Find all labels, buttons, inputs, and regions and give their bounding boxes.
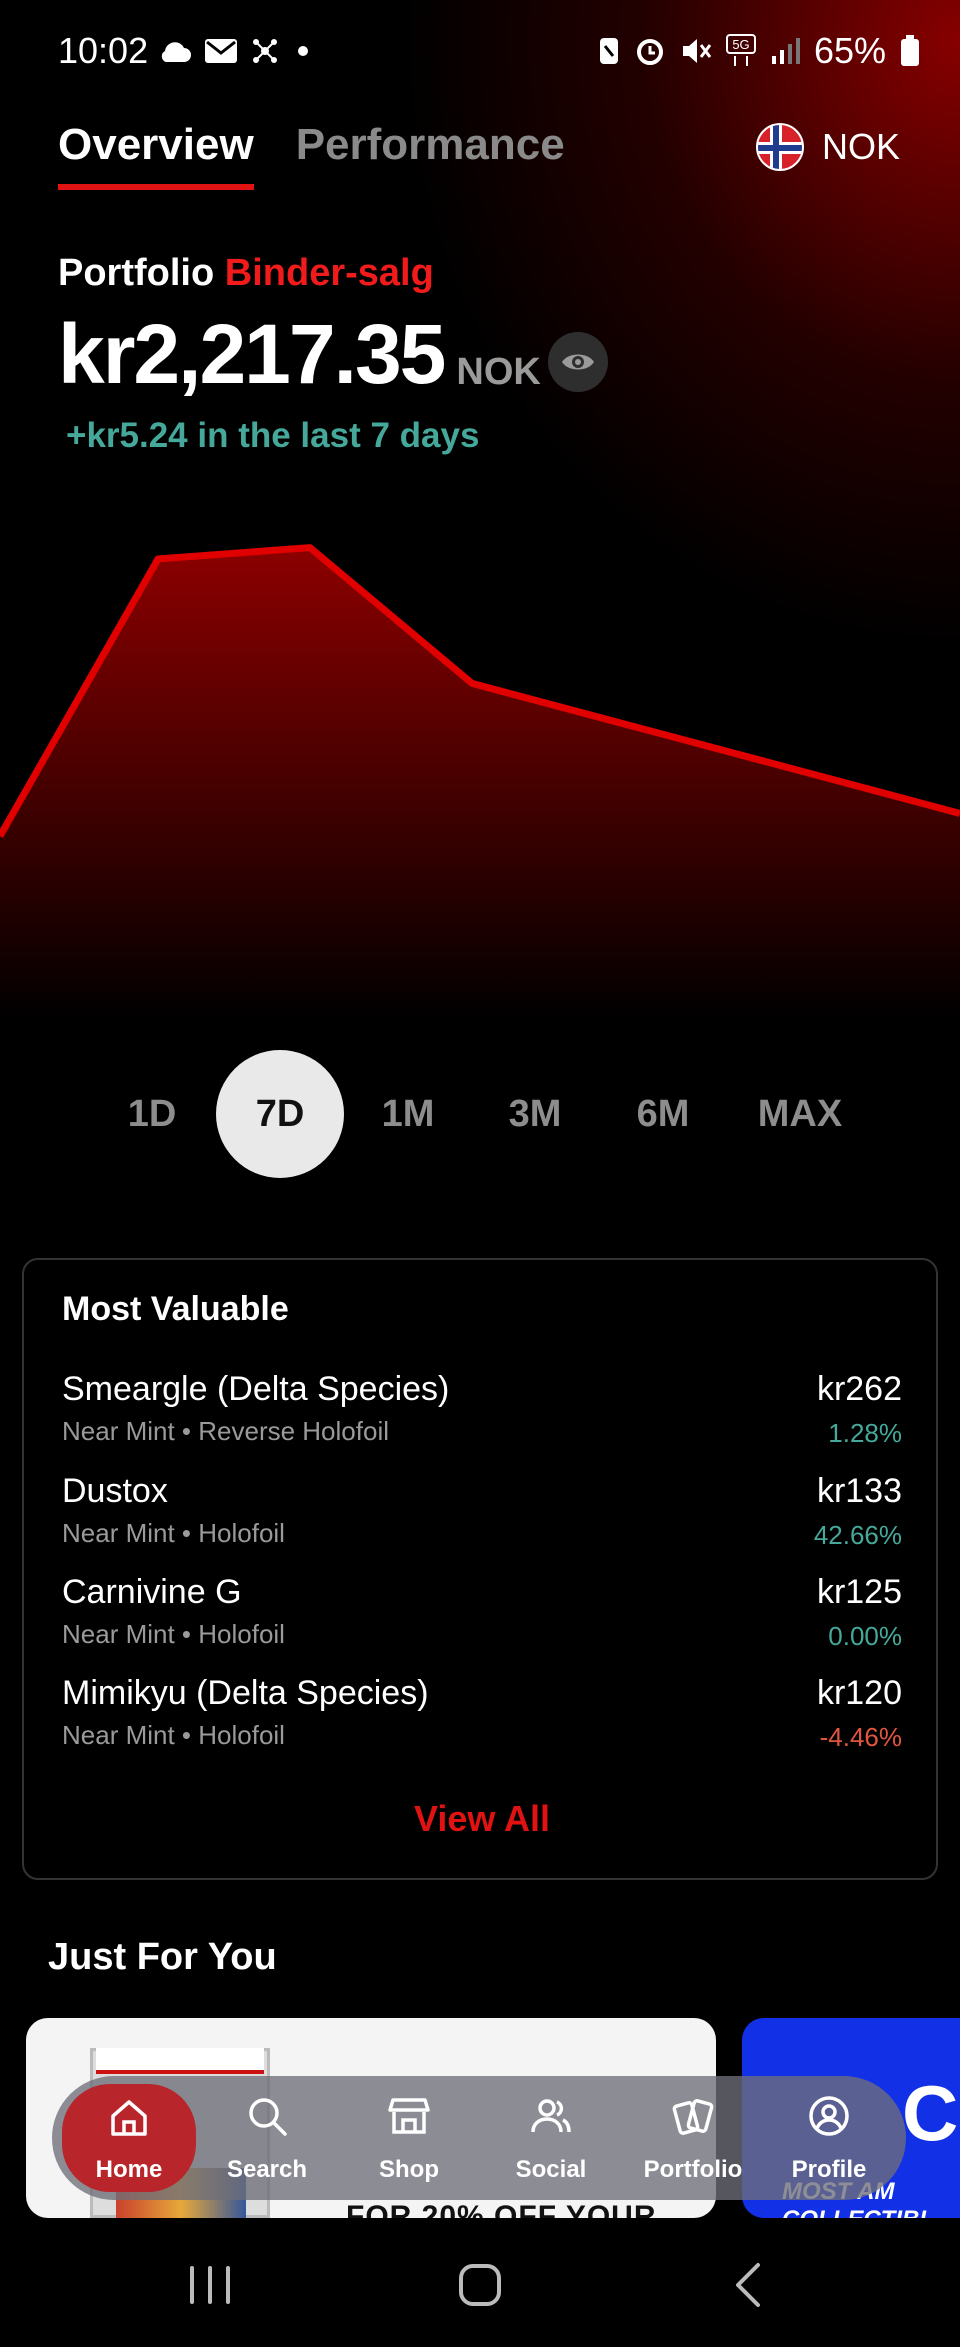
nav-portfolio[interactable]: Portfolio: [626, 2076, 760, 2200]
item-change: 0.00%: [828, 1621, 902, 1651]
status-right-icons: 5G 65%: [598, 30, 920, 72]
range-6m[interactable]: 6M: [613, 1050, 713, 1178]
range-3m[interactable]: 3M: [485, 1050, 585, 1178]
norway-flag-icon: [755, 123, 804, 171]
item-price: kr125: [816, 1573, 902, 1611]
recent-apps-icon[interactable]: [160, 2250, 260, 2320]
most-valuable-card: Most Valuable Smeargle (Delta Species) N…: [22, 1258, 938, 1880]
bottom-nav: Home Search Shop Social Portfolio Profil…: [52, 2076, 906, 2200]
tab-performance[interactable]: Performance: [296, 120, 565, 190]
cards-icon: [672, 2099, 714, 2135]
svg-text:5G: 5G: [732, 37, 749, 52]
range-1m[interactable]: 1M: [358, 1050, 458, 1178]
cloud-icon: [161, 42, 191, 62]
back-icon[interactable]: [700, 2250, 800, 2320]
nav-home[interactable]: Home: [62, 2084, 196, 2192]
search-icon: [249, 2098, 287, 2136]
item-price: kr133: [816, 1472, 902, 1510]
list-item[interactable]: Mimikyu (Delta Species) Near Mint • Holo…: [62, 1674, 902, 1764]
item-name: Mimikyu (Delta Species): [62, 1674, 429, 1712]
social-icon: [531, 2099, 571, 2133]
5g-icon: 5G: [725, 34, 756, 66]
network-icon: [253, 39, 277, 63]
item-change: 42.66%: [813, 1520, 902, 1550]
range-selector: 1D 7D 1M 3M 6M MAX: [0, 1050, 960, 1178]
nav-label: Portfolio: [643, 2156, 743, 2183]
nfc-icon: [599, 38, 618, 64]
portfolio-value-unit: NOK: [456, 351, 541, 393]
mail-icon: [205, 39, 237, 63]
item-price: kr262: [816, 1370, 902, 1408]
signal-icon: [771, 38, 800, 64]
nav-social[interactable]: Social: [484, 2076, 618, 2200]
dot-icon: [298, 46, 308, 56]
item-condition: Near Mint • Reverse Holofoil: [62, 1416, 389, 1446]
range-7d[interactable]: 7D: [216, 1050, 344, 1178]
nav-shop[interactable]: Shop: [342, 2076, 476, 2200]
nav-label: Profile: [791, 2156, 867, 2183]
item-name: Smeargle (Delta Species): [62, 1370, 450, 1408]
profile-icon: [809, 2096, 849, 2136]
tab-overview[interactable]: Overview: [58, 120, 254, 190]
range-max[interactable]: MAX: [742, 1050, 858, 1178]
status-bar: 10:02 5G 65%: [0, 0, 960, 100]
nav-search[interactable]: Search: [200, 2076, 334, 2200]
range-1d[interactable]: 1D: [102, 1050, 202, 1178]
nav-label: Search: [226, 2156, 308, 2183]
nav-label: Social: [515, 2156, 587, 2183]
portfolio-change: +kr5.24 in the last 7 days: [66, 416, 480, 455]
item-condition: Near Mint • Holofoil: [62, 1619, 285, 1649]
battery-icon: [901, 35, 919, 66]
system-navigation-bar: [0, 2220, 960, 2347]
status-left-icons: [158, 36, 314, 66]
status-time: 10:02: [58, 30, 149, 71]
eye-icon: [562, 354, 594, 370]
graded-card-label: [96, 2048, 264, 2074]
promo-brand-text: CO: [902, 2069, 960, 2157]
portfolio-title[interactable]: Portfolio Binder-salg: [58, 252, 434, 295]
nav-profile[interactable]: Profile: [762, 2076, 896, 2200]
promo-text: FOR 20% OFF YOUR: [346, 2200, 657, 2218]
shop-icon: [388, 2098, 430, 2134]
item-condition: Near Mint • Holofoil: [62, 1518, 285, 1548]
hide-value-button[interactable]: [548, 332, 608, 392]
currency-selector[interactable]: NOK: [755, 123, 900, 171]
most-valuable-title: Most Valuable: [62, 1290, 289, 1328]
alarm-icon: [636, 39, 663, 65]
home-icon: [111, 2100, 147, 2136]
item-change: 1.28%: [828, 1418, 902, 1448]
nav-label: Home: [95, 2156, 163, 2183]
list-item[interactable]: Carnivine G Near Mint • Holofoil kr125 0…: [62, 1573, 902, 1663]
item-name: Carnivine G: [62, 1573, 242, 1611]
item-price: kr120: [816, 1674, 902, 1712]
battery-percentage: 65%: [813, 30, 886, 71]
portfolio-name[interactable]: Binder-salg: [225, 252, 434, 294]
item-change: -4.46%: [819, 1722, 902, 1752]
portfolio-prefix: Portfolio: [58, 252, 215, 294]
portfolio-chart[interactable]: [0, 500, 960, 1020]
currency-code: NOK: [821, 126, 900, 167]
list-item[interactable]: Smeargle (Delta Species) Near Mint • Rev…: [62, 1370, 902, 1460]
header-tabs: Overview Performance: [58, 120, 565, 190]
nav-label: Shop: [379, 2156, 439, 2183]
list-item[interactable]: Dustox Near Mint • Holofoil kr133 42.66%: [62, 1472, 902, 1562]
chart-area-fill: [0, 547, 960, 1020]
home-button-icon[interactable]: [430, 2250, 530, 2320]
item-condition: Near Mint • Holofoil: [62, 1720, 285, 1750]
promo-tagline-line-2: COLLECTIBL: [782, 2206, 934, 2218]
portfolio-value-row: kr2,217.35 NOK: [58, 312, 541, 396]
portfolio-value: kr2,217.35: [58, 307, 446, 401]
view-all-link[interactable]: View All: [24, 1798, 940, 1840]
mute-icon: [682, 39, 712, 63]
just-for-you-title: Just For You: [48, 1936, 277, 1978]
item-name: Dustox: [62, 1472, 168, 1510]
